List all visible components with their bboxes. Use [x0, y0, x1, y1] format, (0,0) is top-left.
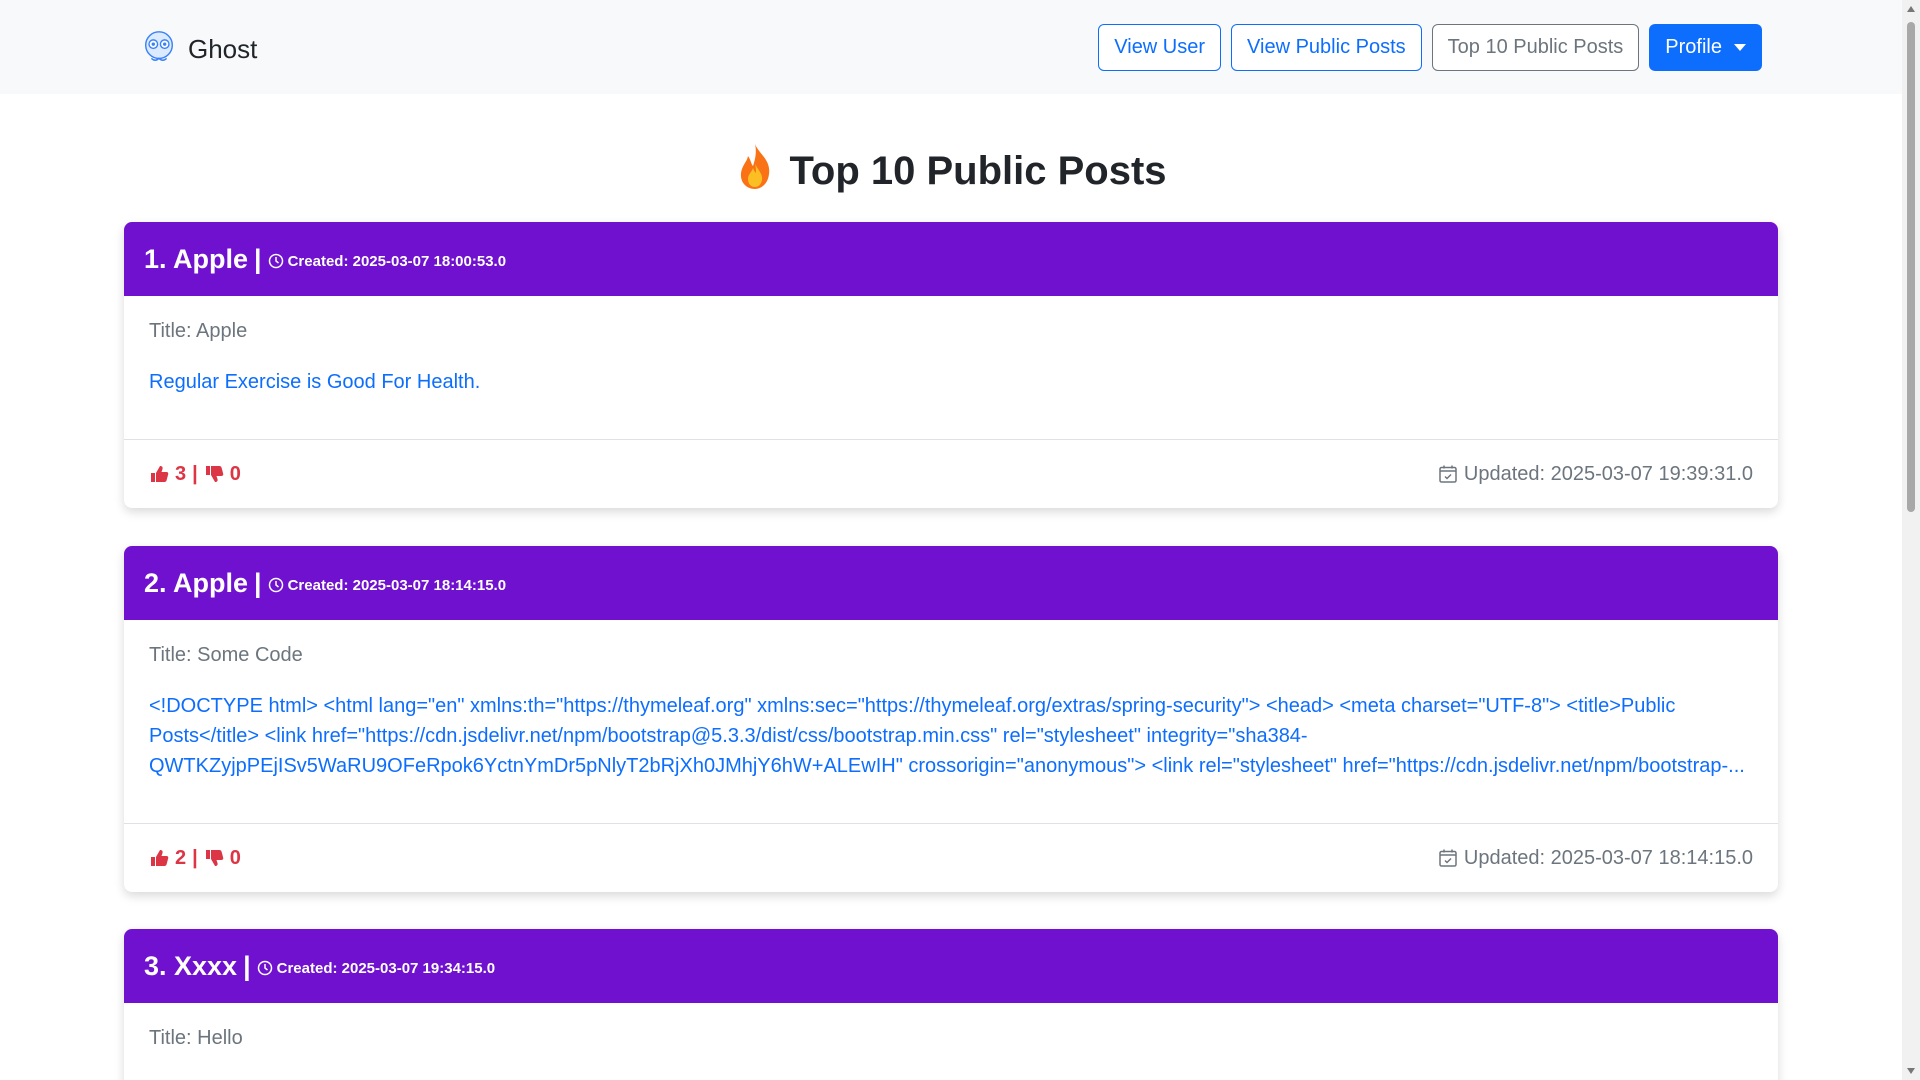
updated-timestamp: Updated: 2025-03-07 18:14:15.0 — [1438, 847, 1753, 870]
post-card-body: Title: Apple Regular Exercise is Good Fo… — [124, 296, 1778, 440]
page-title: Top 10 Public Posts — [0, 142, 1902, 200]
calendar-check-icon — [1439, 465, 1457, 483]
post-card: 2. Apple | Created: 2025-03-07 18:14:15.… — [124, 546, 1778, 892]
post-card: 1. Apple | Created: 2025-03-07 18:00:53.… — [124, 222, 1778, 508]
page-title-text: Top 10 Public Posts — [789, 148, 1167, 193]
header-separator: | — [254, 243, 262, 274]
clock-icon — [268, 577, 283, 593]
post-card-header: 3. Xxxx | Created: 2025-03-07 19:34:15.0 — [124, 929, 1778, 1003]
post-title: Title: Hello — [149, 1027, 243, 1049]
post-card-body: Title: Hello — [124, 1003, 1778, 1080]
post-rank-author: 2. Apple — [144, 567, 249, 598]
fire-icon — [735, 142, 775, 200]
like-count: 2 — [175, 846, 187, 869]
header-separator: | — [243, 950, 251, 981]
page-scrollbar[interactable] — [1902, 0, 1920, 1080]
updated-text: Updated: 2025-03-07 18:14:15.0 — [1463, 846, 1753, 869]
thumbs-up-icon[interactable] — [149, 464, 169, 484]
post-title: Title: Some Code — [149, 644, 303, 666]
created-text: Created: 2025-03-07 18:00:53.0 — [287, 252, 507, 270]
post-card-header: 1. Apple | Created: 2025-03-07 18:00:53.… — [124, 222, 1778, 296]
thumbs-down-icon[interactable] — [204, 848, 224, 868]
created-text: Created: 2025-03-07 18:14:15.0 — [287, 576, 507, 594]
post-content-link[interactable]: Regular Exercise is Good For Health. — [149, 367, 1753, 415]
header-separator: | — [254, 567, 262, 598]
updated-text: Updated: 2025-03-07 19:39:31.0 — [1463, 462, 1753, 485]
post-card: 3. Xxxx | Created: 2025-03-07 19:34:15.0… — [124, 929, 1778, 1080]
scrollbar-thumb[interactable] — [1907, 22, 1915, 512]
post-rank-author: 3. Xxxx — [144, 950, 238, 981]
brand[interactable]: Ghost — [140, 28, 257, 71]
post-card-footer: 2 | 0 Updated: 2025-03-07 18:14:15.0 — [124, 824, 1778, 892]
like-count: 3 — [175, 462, 187, 485]
thumbs-down-icon[interactable] — [204, 464, 224, 484]
vote-separator: | — [192, 846, 198, 869]
view-public-posts-button[interactable]: View Public Posts — [1231, 24, 1422, 71]
created-text: Created: 2025-03-07 19:34:15.0 — [276, 959, 496, 977]
post-content-link[interactable]: <!DOCTYPE html> <html lang="en" xmlns:th… — [149, 691, 1753, 799]
updated-timestamp: Updated: 2025-03-07 19:39:31.0 — [1438, 463, 1753, 486]
profile-dropdown-button[interactable]: Profile — [1649, 24, 1762, 71]
created-timestamp: Created: 2025-03-07 18:14:15.0 — [268, 577, 506, 594]
post-card-footer: 3 | 0 Updated: 2025-03-07 19:39:31.0 — [124, 440, 1778, 508]
dislike-count: 0 — [229, 462, 241, 485]
vote-counts: 3 | 0 — [149, 463, 241, 486]
clock-icon — [257, 960, 272, 976]
caret-down-icon — [1734, 44, 1746, 51]
post-card-header: 2. Apple | Created: 2025-03-07 18:14:15.… — [124, 546, 1778, 620]
nav-buttons: View User View Public Posts Top 10 Publi… — [1098, 24, 1762, 71]
view-user-button[interactable]: View User — [1098, 24, 1222, 71]
calendar-check-icon — [1439, 849, 1457, 867]
ghost-logo-icon — [140, 28, 178, 71]
top10-public-posts-button[interactable]: Top 10 Public Posts — [1431, 24, 1640, 71]
vote-separator: | — [192, 462, 198, 485]
vote-counts: 2 | 0 — [149, 847, 241, 870]
profile-label: Profile — [1665, 36, 1722, 58]
thumbs-up-icon[interactable] — [149, 848, 169, 868]
dislike-count: 0 — [229, 846, 241, 869]
clock-icon — [268, 253, 283, 269]
post-title: Title: Apple — [149, 320, 248, 342]
scroll-up-arrow-icon[interactable] — [1907, 6, 1915, 12]
post-card-body: Title: Some Code <!DOCTYPE html> <html l… — [124, 620, 1778, 824]
brand-name: Ghost — [188, 34, 258, 64]
scroll-down-arrow-icon[interactable] — [1907, 1068, 1915, 1074]
created-timestamp: Created: 2025-03-07 19:34:15.0 — [257, 960, 495, 977]
navbar: Ghost View User View Public Posts Top 10… — [0, 0, 1902, 94]
post-rank-author: 1. Apple — [144, 243, 249, 274]
created-timestamp: Created: 2025-03-07 18:00:53.0 — [268, 253, 506, 270]
